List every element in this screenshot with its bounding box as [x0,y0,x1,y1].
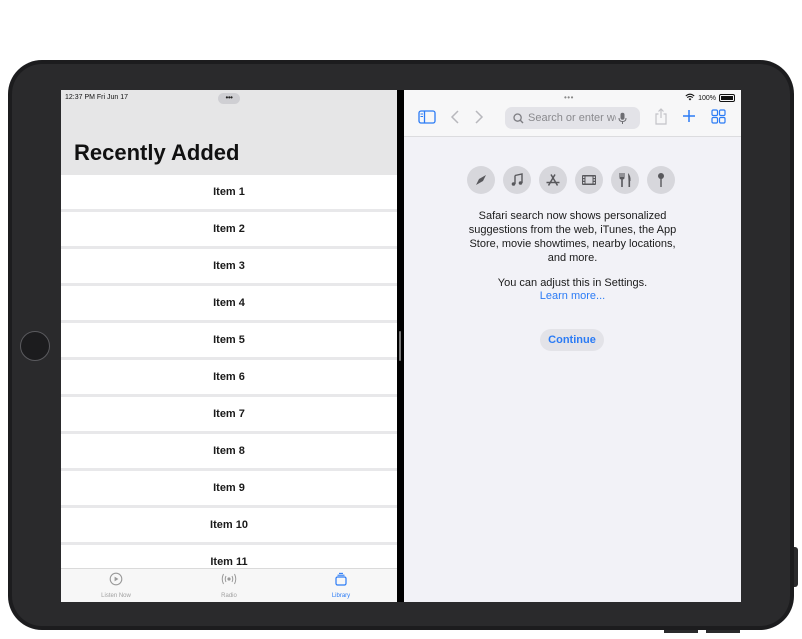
list-item[interactable]: Item 8 [61,434,397,468]
search-placeholder: Search or enter website name [528,112,616,124]
battery-percent: 100% [698,94,716,102]
music-note-icon [503,166,531,194]
tab-listen-now[interactable]: Listen Now [81,572,151,599]
fork-knife-icon [611,166,639,194]
side-button [794,547,798,587]
volume-down-button [706,630,740,633]
tab-label: Library [331,593,351,599]
sidebar-icon[interactable] [418,110,436,124]
library-stack-icon [334,572,348,591]
list-item[interactable]: Item 1 [61,175,397,209]
settings-note-block: You can adjust this in Settings. Learn m… [464,277,681,303]
tab-label: Radio [221,593,237,599]
tab-overview-icon[interactable] [711,109,726,124]
screen: 12:37 PM Fri Jun 17 ••• Recently Added I… [61,90,741,602]
safari-toolbar: ••• 100% Search or enter w [404,90,741,137]
list-item[interactable]: Item 9 [61,471,397,505]
multitasking-menu-button[interactable]: ••• [564,93,574,102]
music-app-pane: 12:37 PM Fri Jun 17 ••• Recently Added I… [61,90,397,602]
tab-library[interactable]: Library [306,572,376,599]
list-item[interactable]: Item 11 [61,545,397,568]
radio-waves-icon [220,572,238,590]
film-icon [575,166,603,194]
home-button[interactable] [20,331,50,361]
wifi-icon [685,93,695,103]
app-store-icon [539,166,567,194]
play-circle-icon [109,572,123,591]
forward-icon[interactable] [474,110,484,124]
compass-icon [467,166,495,194]
split-view-handle[interactable] [399,331,401,361]
tab-bar: Listen Now Radio Library [61,568,397,602]
page-title: Recently Added [74,140,240,165]
battery-icon [719,94,735,102]
list-item[interactable]: Item 10 [61,508,397,542]
microphone-icon[interactable] [618,112,627,125]
continue-button[interactable]: Continue [540,329,604,351]
safari-pane: ••• 100% Search or enter w Safari search… [404,90,741,602]
share-icon[interactable] [654,108,668,125]
search-field[interactable]: Search or enter website name [505,107,640,129]
settings-note: You can adjust this in Settings. [497,277,648,289]
music-header: 12:37 PM Fri Jun 17 ••• Recently Added [61,90,397,175]
list-item[interactable]: Item 7 [61,397,397,431]
list-item[interactable]: Item 6 [61,360,397,394]
volume-up-button [664,630,698,633]
new-tab-icon[interactable] [682,109,696,123]
list-item[interactable]: Item 2 [61,212,397,246]
map-pin-icon [647,166,675,194]
tab-label: Listen Now [101,593,131,599]
list-item[interactable]: Item 5 [61,323,397,357]
suggestions-message: Safari search now shows personalized sug… [468,210,677,264]
status-time: 12:37 PM Fri Jun 17 [65,94,129,101]
status-bar-right: 100% [685,93,735,103]
search-icon [513,112,524,124]
suggestion-categories [467,166,675,194]
list-item[interactable]: Item 3 [61,249,397,283]
list-item[interactable]: Item 4 [61,286,397,320]
learn-more-link[interactable]: Learn more... [464,290,681,303]
multitasking-menu-button[interactable]: ••• [218,93,240,104]
recently-added-list[interactable]: Item 1 Item 2 Item 3 Item 4 Item 5 Item … [61,175,397,568]
back-icon[interactable] [450,110,460,124]
tab-radio[interactable]: Radio [194,573,264,599]
